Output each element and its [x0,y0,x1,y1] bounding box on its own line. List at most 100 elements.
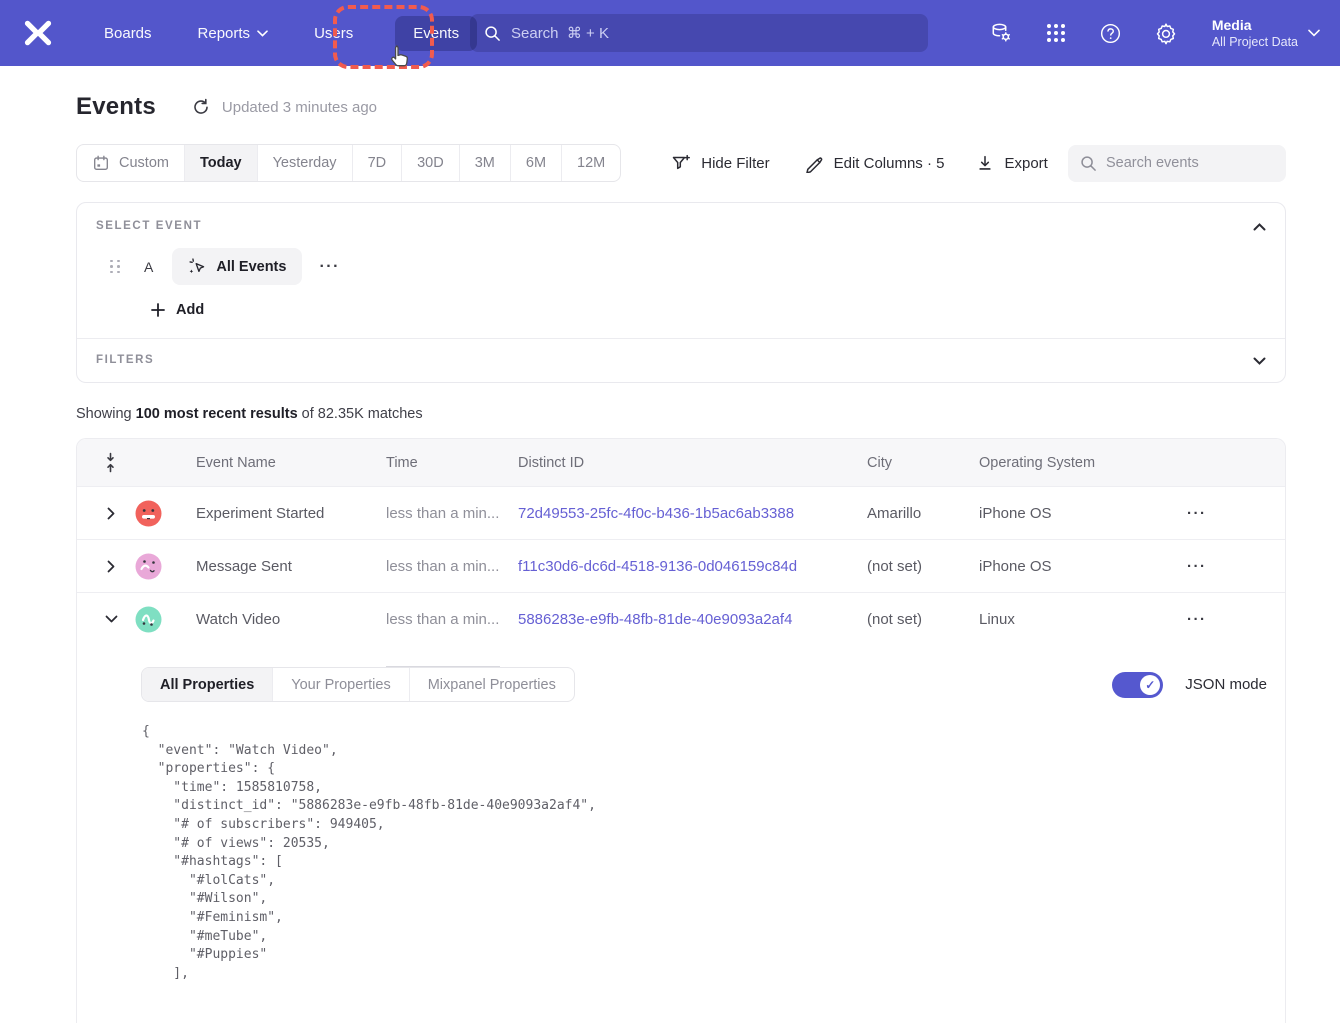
cell-time: less than a min... [386,558,518,575]
tab-all-properties[interactable]: All Properties [142,668,272,701]
date-range-yesterday[interactable]: Yesterday [257,145,352,181]
cell-city: (not set) [867,611,979,628]
expand-row-icon[interactable] [103,558,119,574]
title-row: Events Updated 3 minutes ago [76,93,1286,121]
event-row-letter: A [144,259,153,275]
search-icon [484,25,501,42]
table-row[interactable]: Message Sent less than a min... f11c30d6… [77,539,1285,592]
export-button[interactable]: Export [976,154,1047,172]
date-range-30d[interactable]: 30D [401,145,459,181]
edit-columns-label: Edit Columns · 5 [834,155,945,172]
drag-handle-icon[interactable] [110,260,121,274]
cell-os: iPhone OS [979,505,1185,522]
chevron-down-icon [1308,29,1320,37]
events-search-input[interactable] [1106,155,1274,171]
event-avatar [135,606,162,633]
data-management-icon[interactable] [988,20,1014,46]
refresh-icon[interactable] [192,98,210,116]
nav-label: Users [314,25,353,42]
collapse-all-rows-icon[interactable] [104,452,117,473]
date-range-label: Yesterday [273,155,337,171]
date-range-picker: Custom Today Yesterday 7D 30D 3M 6M 12M [76,144,621,182]
detail-panel-header: All Properties Your Properties Mixpanel … [141,667,1267,702]
settings-icon[interactable] [1153,20,1179,46]
download-icon [976,154,994,172]
search-icon [1080,155,1097,172]
event-more-icon[interactable]: ··· [319,258,339,276]
tab-your-properties[interactable]: Your Properties [272,668,408,701]
column-header-time[interactable]: Time [386,455,518,471]
results-count: 100 most recent results [136,406,298,422]
date-range-6m[interactable]: 6M [510,145,561,181]
date-range-3m[interactable]: 3M [459,145,510,181]
column-header-distinct-id[interactable]: Distinct ID [518,455,867,471]
results-suffix: of 82.35K matches [298,406,423,422]
date-range-label: 7D [368,155,387,171]
tab-mixpanel-properties[interactable]: Mixpanel Properties [409,668,574,701]
project-name: Media [1212,16,1298,34]
row-more-icon[interactable]: ··· [1185,505,1207,522]
cell-distinct-id-link[interactable]: 72d49553-25fc-4f0c-b436-1b5ac6ab3388 [518,505,867,522]
cell-distinct-id-link[interactable]: f11c30d6-dc6d-4518-9136-0d046159c84d [518,558,867,575]
row-more-icon[interactable]: ··· [1185,558,1207,575]
json-mode-control: ✓ JSON mode [1112,672,1267,698]
primary-nav: Boards Reports Users Events [100,16,477,51]
nav-item-events[interactable]: Events [395,16,477,51]
results-summary: Showing 100 most recent results of 82.35… [76,406,1286,422]
cell-city: Amarillo [867,505,979,522]
cell-time: less than a min... [386,505,518,522]
project-switcher[interactable]: Media All Project Data [1212,16,1320,50]
nav-label: Events [413,25,459,42]
collapse-row-icon[interactable] [103,611,119,627]
magic-cursor-icon [188,257,207,276]
date-range-today[interactable]: Today [184,145,257,181]
events-table: Event Name Time Distinct ID City Operati… [76,438,1286,1023]
cell-event-name: Watch Video [196,611,386,628]
date-range-label: 3M [475,155,495,171]
row-more-icon[interactable]: ··· [1185,611,1207,628]
event-avatar [135,553,162,580]
nav-item-users[interactable]: Users [310,16,357,51]
table-header: Event Name Time Distinct ID City Operati… [77,439,1285,486]
nav-label: Reports [198,25,251,42]
column-header-os[interactable]: Operating System [979,455,1185,471]
apps-grid-icon[interactable] [1043,20,1069,46]
nav-label: Boards [104,25,152,42]
collapse-section-icon[interactable] [1247,215,1271,239]
date-range-custom[interactable]: Custom [77,145,184,181]
column-header-event-name[interactable]: Event Name [196,455,386,471]
main-content: Events Updated 3 minutes ago Custom Toda… [76,66,1286,1023]
edit-columns-button[interactable]: Edit Columns · 5 [804,153,945,173]
global-search[interactable] [470,14,928,52]
date-range-label: 6M [526,155,546,171]
event-selector-pill[interactable]: All Events [172,248,302,285]
cell-event-name: Experiment Started [196,505,386,522]
plus-icon [151,303,165,317]
add-event-button[interactable]: Add [151,302,204,318]
nav-item-boards[interactable]: Boards [100,16,156,51]
date-range-12m[interactable]: 12M [561,145,620,181]
expand-row-icon[interactable] [103,505,119,521]
event-avatar [135,500,162,527]
event-json-view: { "event": "Watch Video", "properties": … [142,723,1285,983]
hide-filter-button[interactable]: Hide Filter [671,153,769,173]
filters-section: FILTERS [77,339,1285,382]
page-title: Events [76,93,156,121]
nav-item-reports[interactable]: Reports [194,16,273,51]
table-row[interactable]: Experiment Started less than a min... 72… [77,486,1285,539]
date-range-label: Custom [119,155,169,171]
calendar-icon [92,154,110,172]
select-event-section: SELECT EVENT A All Events ··· [77,203,1285,338]
json-mode-toggle[interactable]: ✓ [1112,672,1163,698]
mixpanel-logo-icon[interactable] [24,19,52,47]
global-search-input[interactable] [511,25,914,42]
table-row-expanded[interactable]: Watch Video less than a min... 5886283e-… [77,592,1285,645]
toggle-check-icon: ✓ [1140,675,1160,695]
date-range-7d[interactable]: 7D [352,145,402,181]
expand-section-icon[interactable] [1247,349,1271,373]
help-icon[interactable] [1098,20,1124,46]
cell-distinct-id-link[interactable]: 5886283e-e9fb-48fb-81de-40e9093a2af4 [518,611,867,628]
pencil-icon [804,153,824,173]
column-header-city[interactable]: City [867,455,979,471]
events-search[interactable] [1068,145,1286,182]
